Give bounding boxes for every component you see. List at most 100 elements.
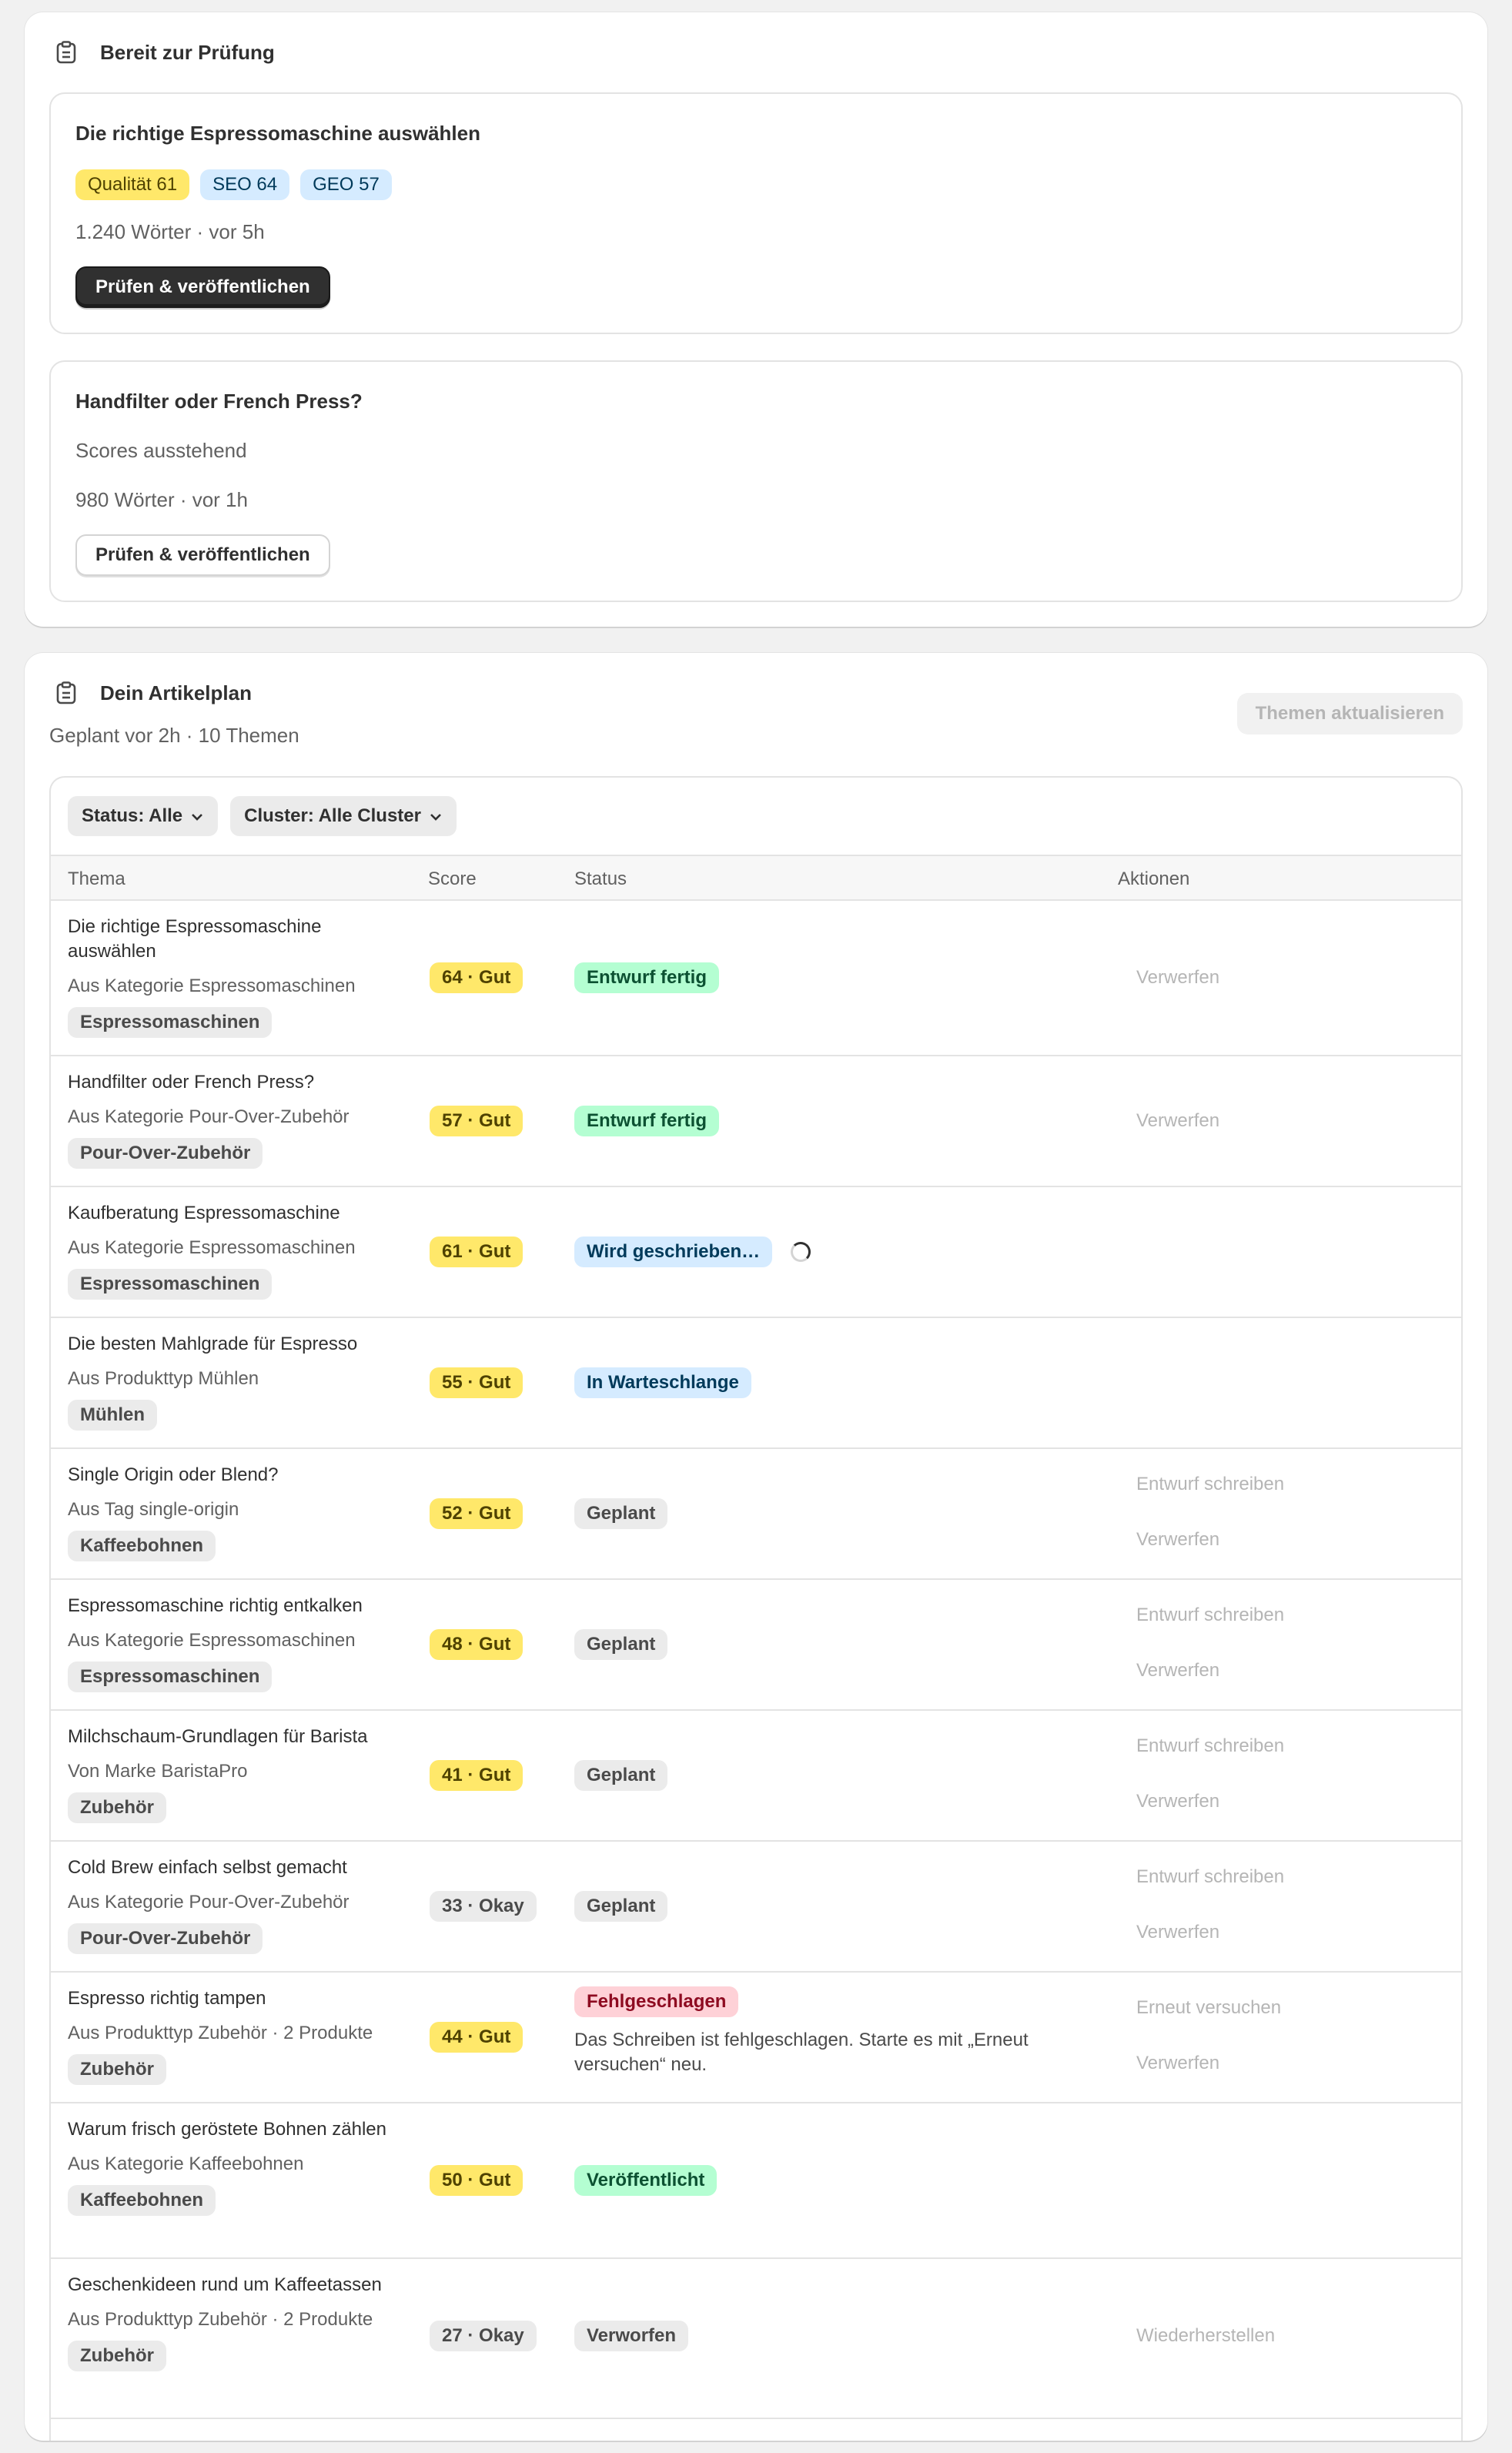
scores-pending: Scores ausstehend bbox=[75, 439, 247, 462]
topic-title: Warum frisch geröstete Bohnen zählen bbox=[68, 2119, 386, 2140]
refresh-topics-button[interactable]: Themen aktualisieren bbox=[1236, 693, 1463, 735]
cluster-tag: Espressomaschinen bbox=[68, 1269, 273, 1300]
score-badge: 64 · Gut bbox=[430, 962, 524, 993]
cluster-filter[interactable]: Cluster: Alle Cluster bbox=[230, 796, 457, 836]
restore-action[interactable]: Wiederherstellen bbox=[1136, 2325, 1275, 2347]
column-header-actions: Aktionen bbox=[1118, 868, 1190, 889]
loading-spinner-icon bbox=[791, 1242, 811, 1262]
status-badge: Veröffentlicht bbox=[574, 2165, 718, 2196]
status-badge: Geplant bbox=[574, 1629, 668, 1660]
topic-source: Aus Produkttyp Mühlen bbox=[68, 1368, 259, 1389]
clipboard-icon bbox=[52, 38, 80, 66]
column-header-status: Status bbox=[574, 868, 627, 889]
discard-action[interactable]: Verwerfen bbox=[1136, 1922, 1284, 1943]
error-message: Das Schreiben ist fehlgeschlagen. Starte… bbox=[574, 2030, 1029, 2075]
topic-source: Aus Kategorie Espressomaschinen bbox=[68, 976, 356, 996]
cluster-filter-label: Cluster: Alle Cluster bbox=[244, 805, 421, 826]
score-badge: 52 · Gut bbox=[430, 1498, 524, 1529]
status-badge: In Warteschlange bbox=[574, 1367, 751, 1398]
status-badge: Entwurf fertig bbox=[574, 1106, 719, 1136]
score-badge: 50 · Gut bbox=[430, 2165, 524, 2196]
article-title: Handfilter oder French Press? bbox=[75, 390, 363, 413]
status-badge: Verworfen bbox=[574, 2321, 689, 2351]
review-publish-button[interactable]: Prüfen & veröffentlichen bbox=[75, 534, 330, 576]
topic-title: Single Origin oder Blend? bbox=[68, 1464, 279, 1485]
retry-action[interactable]: Erneut versuchen bbox=[1136, 1997, 1281, 2019]
cluster-tag: Espressomaschinen bbox=[68, 1662, 273, 1692]
table-row: Espressomaschine richtig entkalken Aus K… bbox=[51, 1580, 1461, 1711]
write-draft-action[interactable]: Entwurf schreiben bbox=[1136, 1474, 1284, 1495]
topic-title: Milchschaum-Grundlagen für Barista bbox=[68, 1726, 368, 1747]
filter-bar: Status: Alle Cluster: Alle Cluster bbox=[68, 796, 457, 836]
cluster-tag: Espressomaschinen bbox=[68, 1007, 273, 1038]
topic-source: Aus Kategorie Espressomaschinen bbox=[68, 1630, 356, 1651]
plan-subtitle: Geplant vor 2h · 10 Themen bbox=[49, 724, 299, 747]
geo-badge: GEO 57 bbox=[300, 169, 392, 200]
plan-card: Dein Artikelplan Geplant vor 2h · 10 The… bbox=[25, 653, 1487, 2441]
score-badge: 44 · Gut bbox=[430, 2022, 524, 2053]
topic-title: Espressomaschine richtig entkalken bbox=[68, 1595, 363, 1616]
discard-action[interactable]: Verwerfen bbox=[1136, 2053, 1281, 2074]
topic-source: Aus Kategorie Pour-Over-Zubehör bbox=[68, 1106, 350, 1127]
topic-source: Aus Produkttyp Zubehör · 2 Produkte bbox=[68, 2023, 373, 2043]
review-card: Bereit zur Prüfung Die richtige Espresso… bbox=[25, 12, 1487, 627]
table-row: Handfilter oder French Press? Aus Katego… bbox=[51, 1056, 1461, 1187]
discard-action[interactable]: Verwerfen bbox=[1136, 1791, 1284, 1812]
score-badge: 41 · Gut bbox=[430, 1760, 524, 1791]
topic-title: Handfilter oder French Press? bbox=[68, 1072, 315, 1093]
status-badge: Geplant bbox=[574, 1498, 668, 1529]
review-title: Bereit zur Prüfung bbox=[100, 40, 275, 64]
quality-badge: Qualität 61 bbox=[75, 169, 190, 200]
topic-source: Aus Kategorie Espressomaschinen bbox=[68, 1237, 356, 1258]
article-meta: 1.240 Wörter · vor 5h bbox=[75, 220, 265, 243]
table-row: Espresso richtig tampen Aus Produkttyp Z… bbox=[51, 1973, 1461, 2103]
status-filter[interactable]: Status: Alle bbox=[68, 796, 219, 836]
table-row: Milchschaum-Grundlagen für Barista Von M… bbox=[51, 1711, 1461, 1842]
topics-table: Status: Alle Cluster: Alle Cluster Thema… bbox=[49, 776, 1463, 2441]
write-draft-action[interactable]: Entwurf schreiben bbox=[1136, 1866, 1284, 1888]
chevron-down-icon bbox=[429, 805, 443, 827]
article-meta: 980 Wörter · vor 1h bbox=[75, 488, 248, 511]
column-header-topic: Thema bbox=[68, 868, 125, 889]
review-publish-button[interactable]: Prüfen & veröffentlichen bbox=[75, 266, 330, 308]
chevron-down-icon bbox=[190, 805, 204, 827]
score-badge: 27 · Okay bbox=[430, 2321, 537, 2351]
cluster-tag: Mühlen bbox=[68, 1400, 157, 1431]
review-article-2: Handfilter oder French Press? Scores aus… bbox=[49, 360, 1463, 602]
table-row: Cold Brew einfach selbst gemacht Aus Kat… bbox=[51, 1842, 1461, 1973]
topic-source: Aus Kategorie Pour-Over-Zubehör bbox=[68, 1892, 350, 1913]
discard-action[interactable]: Verwerfen bbox=[1136, 1660, 1284, 1682]
status-badge: Entwurf fertig bbox=[574, 962, 719, 993]
discard-action[interactable]: Verwerfen bbox=[1136, 1110, 1219, 1132]
discard-action[interactable]: Verwerfen bbox=[1136, 1529, 1284, 1551]
plan-title: Dein Artikelplan bbox=[100, 681, 252, 704]
review-header: Bereit zur Prüfung bbox=[52, 38, 275, 66]
cluster-tag: Zubehör bbox=[68, 2054, 166, 2085]
topic-source: Von Marke BaristaPro bbox=[68, 1761, 248, 1782]
topic-source: Aus Kategorie Kaffeebohnen bbox=[68, 2153, 304, 2174]
table-row: Die besten Mahlgrade für Espresso Aus Pr… bbox=[51, 1318, 1461, 1449]
write-draft-action[interactable]: Entwurf schreiben bbox=[1136, 1735, 1284, 1757]
status-badge: Fehlgeschlagen bbox=[574, 1986, 739, 2017]
score-badges: Qualität 61 SEO 64 GEO 57 bbox=[75, 169, 392, 200]
topic-source: Aus Produkttyp Zubehör · 2 Produkte bbox=[68, 2309, 373, 2330]
discard-action[interactable]: Verwerfen bbox=[1136, 967, 1219, 989]
table-row: Single Origin oder Blend? Aus Tag single… bbox=[51, 1449, 1461, 1580]
table-row: Die richtige Espressomaschine auswählen … bbox=[51, 901, 1461, 1056]
cluster-tag: Zubehör bbox=[68, 1792, 166, 1823]
table-row: Kaufberatung Espressomaschine Aus Katego… bbox=[51, 1187, 1461, 1318]
status-badge: Geplant bbox=[574, 1891, 668, 1922]
score-badge: 61 · Gut bbox=[430, 1237, 524, 1267]
plan-header: Dein Artikelplan bbox=[52, 679, 252, 707]
topic-title: Espresso richtig tampen bbox=[68, 1988, 266, 2009]
status-filter-label: Status: Alle bbox=[82, 805, 183, 826]
score-badge: 57 · Gut bbox=[430, 1106, 524, 1136]
table-row: Geschenkideen rund um Kaffeetassen Aus P… bbox=[51, 2259, 1461, 2415]
write-draft-action[interactable]: Entwurf schreiben bbox=[1136, 1605, 1284, 1626]
review-article-1: Die richtige Espressomaschine auswählen … bbox=[49, 92, 1463, 334]
seo-badge: SEO 64 bbox=[200, 169, 290, 200]
cluster-tag: Pour-Over-Zubehör bbox=[68, 1923, 263, 1954]
divider bbox=[49, 2418, 1463, 2419]
score-badge: 55 · Gut bbox=[430, 1367, 524, 1398]
topic-title: Die besten Mahlgrade für Espresso bbox=[68, 1334, 358, 1354]
